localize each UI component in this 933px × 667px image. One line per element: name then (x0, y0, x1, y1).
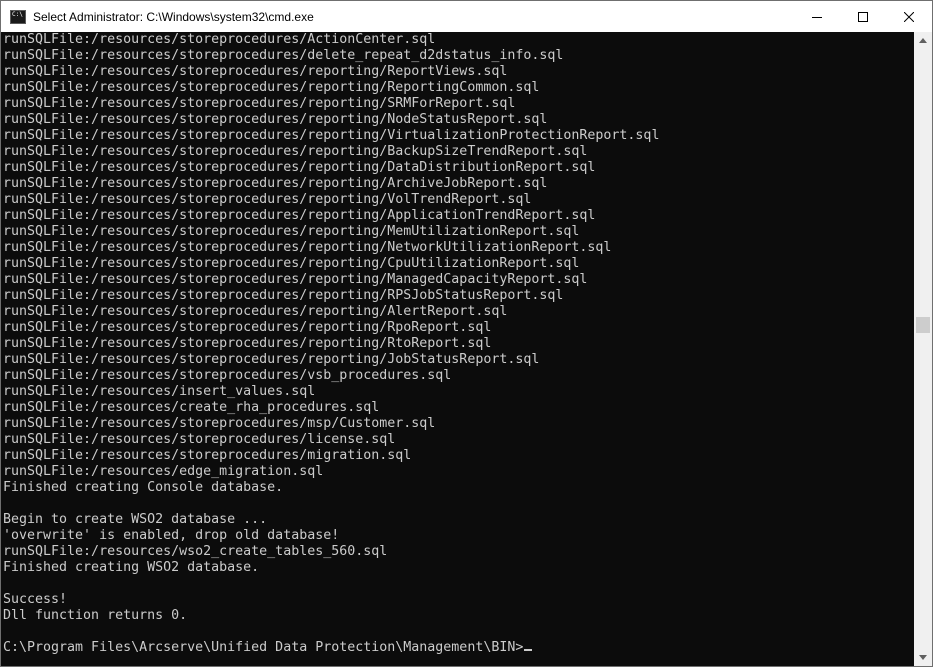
console-line: runSQLFile:/resources/storeprocedures/re… (3, 336, 492, 351)
console-line: Dll function returns 0. (3, 608, 188, 623)
console-line: runSQLFile:/resources/create_rha_procedu… (3, 400, 380, 415)
scrollbar-thumb[interactable] (916, 317, 930, 333)
console-line: Begin to create WSO2 database ... (3, 512, 268, 527)
console-line: runSQLFile:/resources/storeprocedures/re… (3, 96, 516, 111)
console-line: runSQLFile:/resources/storeprocedures/re… (3, 240, 612, 255)
chevron-down-icon (919, 655, 927, 660)
vertical-scrollbar[interactable] (914, 32, 932, 666)
console-line: runSQLFile:/resources/storeprocedures/ms… (3, 416, 436, 431)
window-controls (794, 1, 932, 32)
console-line: runSQLFile:/resources/storeprocedures/re… (3, 80, 540, 95)
console-line: runSQLFile:/resources/storeprocedures/re… (3, 128, 660, 143)
console-line: runSQLFile:/resources/storeprocedures/re… (3, 160, 596, 175)
console-line: runSQLFile:/resources/storeprocedures/Ac… (3, 32, 436, 47)
cmd-window: Select Administrator: C:\Windows\system3… (0, 0, 933, 667)
title-bar[interactable]: Select Administrator: C:\Windows\system3… (1, 1, 932, 32)
console-line: runSQLFile:/resources/storeprocedures/vs… (3, 368, 452, 383)
maximize-icon (858, 11, 868, 22)
window-title: Select Administrator: C:\Windows\system3… (33, 9, 314, 24)
console-line: runSQLFile:/resources/storeprocedures/re… (3, 192, 532, 207)
console-line: runSQLFile:/resources/storeprocedures/re… (3, 304, 508, 319)
console-output[interactable]: runSQLFile:/resources/storeprocedures/Ac… (1, 32, 914, 666)
console-line: runSQLFile:/resources/storeprocedures/re… (3, 224, 580, 239)
scroll-down-button[interactable] (914, 649, 932, 666)
console-line: runSQLFile:/resources/storeprocedures/re… (3, 176, 548, 191)
console-line: Finished creating WSO2 database. (3, 560, 260, 575)
console-line: 'overwrite' is enabled, drop old databas… (3, 528, 340, 543)
console-line: runSQLFile:/resources/storeprocedures/re… (3, 352, 540, 367)
command-prompt[interactable]: C:\Program Files\Arcserve\Unified Data P… (3, 640, 914, 656)
text-cursor (524, 649, 533, 651)
maximize-button[interactable] (840, 1, 886, 32)
console-line: runSQLFile:/resources/storeprocedures/re… (3, 112, 548, 127)
minimize-button[interactable] (794, 1, 840, 32)
prompt-text: C:\Program Files\Arcserve\Unified Data P… (3, 640, 524, 655)
console-line: runSQLFile:/resources/wso2_create_tables… (3, 544, 388, 559)
close-icon (904, 11, 914, 22)
console-line: runSQLFile:/resources/storeprocedures/de… (3, 48, 564, 63)
chevron-up-icon (919, 38, 927, 43)
scroll-up-button[interactable] (914, 32, 932, 49)
console-line: runSQLFile:/resources/storeprocedures/re… (3, 64, 508, 79)
console-line: runSQLFile:/resources/storeprocedures/li… (3, 432, 396, 447)
cmd-icon[interactable] (10, 9, 26, 24)
console-line: runSQLFile:/resources/edge_migration.sql (3, 464, 324, 479)
console-lines: runSQLFile:/resources/storeprocedures/Ac… (1, 32, 914, 656)
console-line: runSQLFile:/resources/storeprocedures/re… (3, 272, 588, 287)
console-line: runSQLFile:/resources/storeprocedures/re… (3, 208, 596, 223)
console-line: runSQLFile:/resources/storeprocedures/mi… (3, 448, 412, 463)
minimize-icon (812, 16, 822, 18)
console-line: runSQLFile:/resources/storeprocedures/re… (3, 256, 580, 271)
console-line: runSQLFile:/resources/storeprocedures/re… (3, 144, 588, 159)
console-line: Success! (3, 592, 68, 607)
console-line: runSQLFile:/resources/insert_values.sql (3, 384, 316, 399)
console-line: runSQLFile:/resources/storeprocedures/re… (3, 288, 564, 303)
console-line: Finished creating Console database. (3, 480, 284, 495)
close-button[interactable] (886, 1, 932, 32)
console-line: runSQLFile:/resources/storeprocedures/re… (3, 320, 492, 335)
